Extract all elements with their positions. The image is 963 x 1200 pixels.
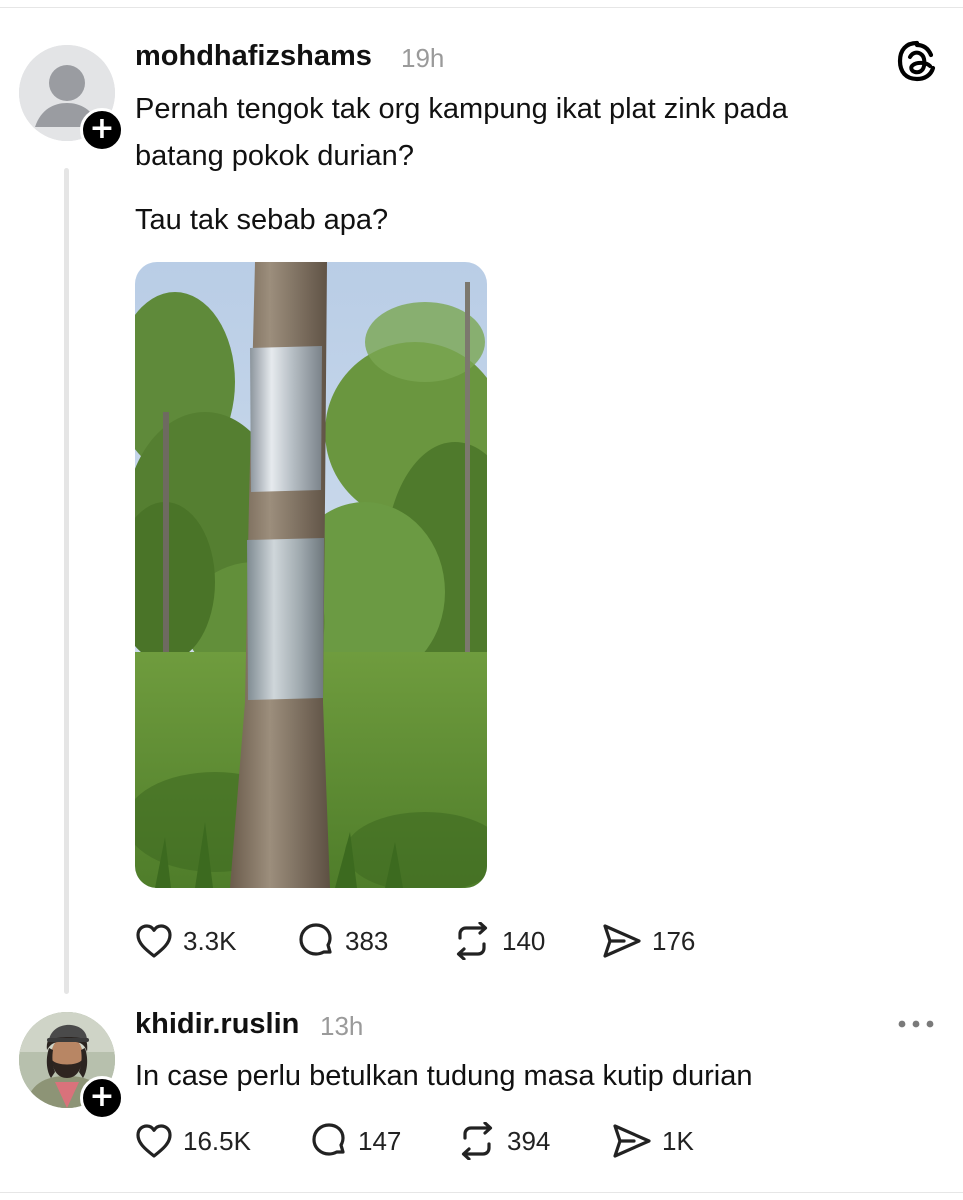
reply-repost-button[interactable]: 394	[457, 1121, 550, 1161]
reply-username[interactable]: khidir.ruslin	[135, 1008, 299, 1041]
comment-icon	[312, 1123, 345, 1156]
post-image[interactable]	[135, 262, 487, 888]
like-button[interactable]: 3.3K	[135, 921, 237, 961]
repost-button[interactable]: 140	[452, 921, 545, 961]
like-count: 3.3K	[183, 925, 237, 956]
post-time: 19h	[401, 43, 445, 73]
reply-text: In case perlu betulkan tudung masa kutip…	[135, 1060, 753, 1092]
post-text-line-1: Pernah tengok tak org kampung ikat plat …	[135, 93, 788, 125]
threads-logo-icon[interactable]	[896, 40, 938, 82]
bottom-divider	[0, 1192, 963, 1193]
send-icon	[603, 924, 641, 958]
reply-button[interactable]: 383	[297, 921, 388, 961]
reply-count: 383	[345, 925, 389, 956]
more-horizontal-icon[interactable]	[896, 1014, 936, 1034]
reply-repost-count: 394	[507, 1125, 551, 1156]
reply-like-button[interactable]: 16.5K	[135, 1121, 251, 1161]
repost-count: 140	[502, 925, 546, 956]
reply-actions: 16.5K 147 394 1K	[135, 1121, 735, 1161]
comment-icon	[299, 923, 332, 956]
share-button[interactable]: 176	[602, 921, 695, 961]
heart-icon	[136, 1124, 172, 1158]
photo-tree-with-zinc-bands-icon	[135, 262, 487, 888]
thread-connector-line	[64, 168, 69, 994]
reply-reply-button[interactable]: 147	[310, 1121, 401, 1161]
post-text-line-3: Tau tak sebab apa?	[135, 204, 389, 236]
reply-follow-plus-icon[interactable]: +	[80, 1076, 124, 1120]
repost-icon	[456, 922, 488, 960]
heart-icon	[136, 924, 172, 958]
post-text-line-2: batang pokok durian?	[135, 140, 414, 172]
repost-icon	[461, 1122, 493, 1160]
top-divider	[0, 7, 963, 8]
reply-reply-count: 147	[358, 1125, 402, 1156]
post-actions: 3.3K 383 140 176	[135, 921, 735, 961]
reply-time: 13h	[320, 1011, 364, 1041]
post-username[interactable]: mohdhafizshams	[135, 40, 372, 73]
reply-like-count: 16.5K	[183, 1125, 251, 1156]
send-icon	[613, 1124, 651, 1158]
share-count: 176	[652, 925, 696, 956]
follow-plus-icon[interactable]: +	[80, 108, 124, 152]
reply-share-button[interactable]: 1K	[612, 1121, 694, 1161]
reply-share-count: 1K	[662, 1125, 694, 1156]
